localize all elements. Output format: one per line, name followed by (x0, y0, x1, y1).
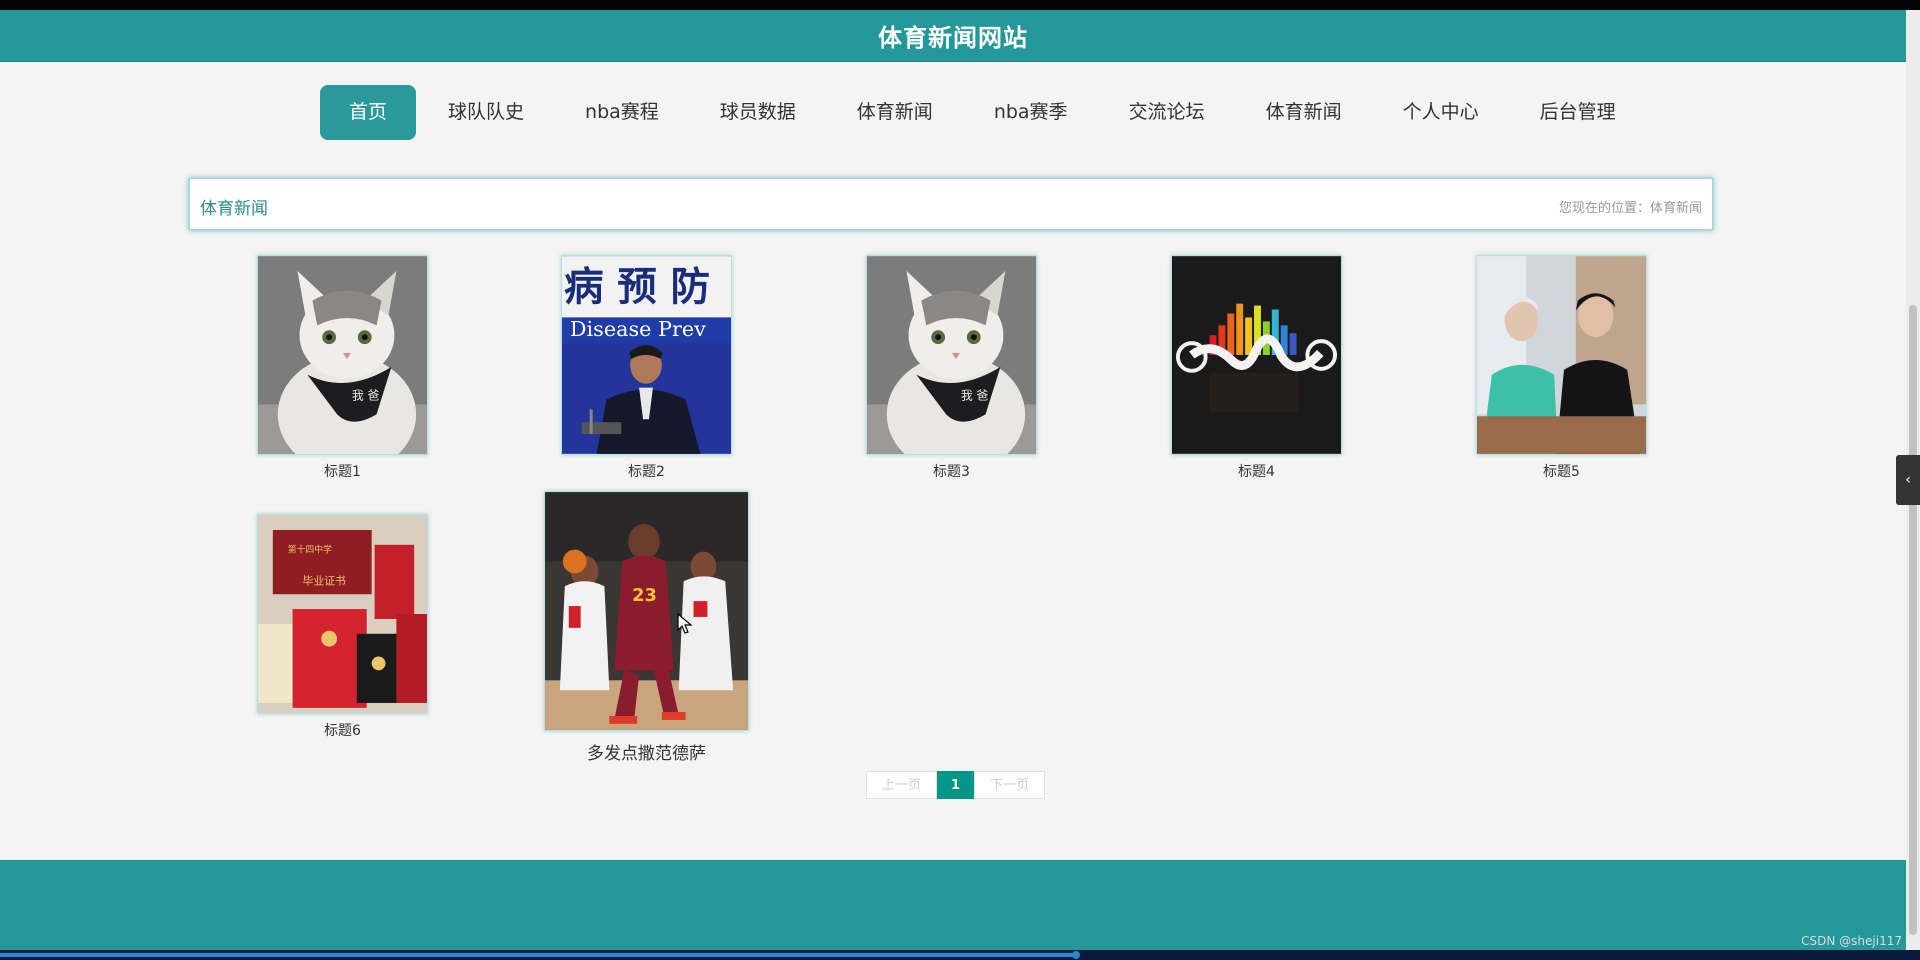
section-header: 体育新闻 您现在的位置：体育新闻 (188, 177, 1714, 231)
portrait-photo (1477, 256, 1646, 454)
certificates-photo: 第十四中学 毕业证书 (258, 515, 427, 713)
next-page-button[interactable]: 下一页 (974, 771, 1046, 799)
news-card[interactable]: 标题4 (1171, 255, 1342, 481)
nav-item-nba-schedule[interactable]: nba赛程 (556, 85, 688, 140)
press-conference-photo: 病 预 防 Disease Prev (562, 256, 731, 454)
chevron-left-icon: ‹ (1905, 472, 1911, 488)
svg-text:23: 23 (632, 585, 657, 606)
nav-item-home[interactable]: 首页 (320, 85, 417, 140)
svg-text:毕业证书: 毕业证书 (302, 574, 346, 587)
nav-item-admin[interactable]: 后台管理 (1511, 85, 1645, 140)
news-title[interactable]: 标题2 (561, 461, 732, 481)
watermark: CSDN @sheji117 (1801, 934, 1902, 948)
browser-top-bar (0, 0, 1920, 10)
mouse-cursor-icon (677, 613, 693, 634)
sound-equalizer-image (1172, 256, 1341, 454)
news-title[interactable]: 标题3 (866, 461, 1037, 481)
scrollbar-thumb[interactable] (1909, 305, 1917, 935)
nav-item-sports-news[interactable]: 体育新闻 (828, 85, 962, 140)
progress-handle[interactable] (1072, 951, 1080, 959)
news-title[interactable]: 标题4 (1171, 461, 1342, 481)
cat-photo: 我 爸 超 (258, 256, 427, 454)
current-page[interactable]: 1 (937, 771, 975, 799)
news-thumbnail[interactable] (1171, 255, 1342, 455)
nav-item-team-history[interactable]: 球队队史 (419, 85, 553, 140)
news-card[interactable]: 我 爸 超 标题3 (866, 255, 1037, 481)
side-panel-toggle[interactable]: ‹ (1896, 455, 1920, 505)
news-thumbnail[interactable]: 我 爸 超 (257, 255, 428, 455)
news-title[interactable]: 多发点撒范德萨 (544, 739, 749, 764)
site-header: 体育新闻网站 (0, 10, 1906, 62)
news-thumbnail[interactable]: 23 (544, 491, 749, 731)
nav-item-nba-season[interactable]: nba赛季 (965, 85, 1097, 140)
site-title: 体育新闻网站 (878, 24, 1028, 52)
news-title[interactable]: 标题5 (1476, 461, 1647, 481)
nav-item-sports-news-2[interactable]: 体育新闻 (1237, 85, 1371, 140)
nav-item-player-stats[interactable]: 球员数据 (691, 85, 825, 140)
video-progress-bar[interactable] (0, 950, 1920, 960)
progress-fill (0, 953, 1078, 957)
news-thumbnail[interactable] (1476, 255, 1647, 455)
main-nav: 首页 球队队史 nba赛程 球员数据 体育新闻 nba赛季 交流论坛 体育新闻 … (320, 85, 1648, 140)
news-title[interactable]: 标题6 (257, 720, 428, 740)
svg-text:Disease Prev: Disease Prev (570, 317, 706, 341)
nav-item-forum[interactable]: 交流论坛 (1100, 85, 1234, 140)
news-thumbnail[interactable]: 病 预 防 Disease Prev (561, 255, 732, 455)
breadcrumb: 您现在的位置：体育新闻 (1558, 201, 1702, 216)
svg-text:病 预 防: 病 预 防 (564, 265, 710, 311)
news-thumbnail[interactable]: 我 爸 超 (866, 255, 1037, 455)
news-card[interactable]: 我 爸 超 标题1 (257, 255, 428, 481)
news-thumbnail[interactable]: 第十四中学 毕业证书 (257, 514, 428, 714)
basketball-game-photo: 23 (545, 492, 748, 730)
news-card[interactable]: 病 预 防 Disease Prev 标题2 (561, 255, 732, 481)
cat-photo: 我 爸 超 (867, 256, 1036, 454)
prev-page-button[interactable]: 上一页 (866, 771, 938, 799)
news-card[interactable]: 标题5 (1476, 255, 1647, 481)
section-title: 体育新闻 (200, 199, 268, 219)
svg-text:我 爸 超: 我 爸 超 (961, 388, 1004, 402)
site-footer (0, 860, 1906, 950)
svg-text:我 爸 超: 我 爸 超 (352, 388, 395, 402)
nav-item-user-center[interactable]: 个人中心 (1374, 85, 1508, 140)
news-card[interactable]: 23 多发点撒范德萨 (544, 491, 749, 764)
pagination: 上一页 1 下一页 (866, 771, 1046, 799)
news-title[interactable]: 标题1 (257, 461, 428, 481)
svg-text:第十四中学: 第十四中学 (288, 544, 332, 556)
news-card[interactable]: 第十四中学 毕业证书 标题6 (257, 514, 428, 740)
